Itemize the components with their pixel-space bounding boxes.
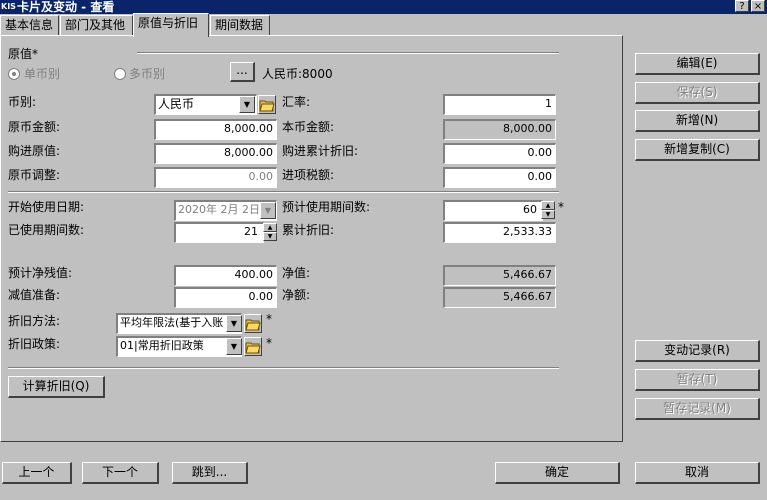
residual-label: 预计净残值:	[8, 266, 73, 280]
single-currency-radio[interactable]	[8, 68, 20, 80]
app-logo-icon: KIS	[1, 2, 16, 11]
save-button: 保存(S)	[635, 82, 760, 104]
tab-period-data[interactable]: 期间数据	[210, 15, 270, 36]
edit-button[interactable]: 编辑(E)	[635, 53, 760, 75]
net-amount-label: 净额:	[282, 288, 311, 302]
tab-value-depreciation[interactable]: 原值与折旧	[133, 13, 209, 37]
single-currency-label: 单币别	[24, 67, 61, 81]
method-dropdown-icon[interactable]: ▼	[226, 315, 242, 332]
help-button[interactable]: ?	[735, 0, 749, 12]
residual-field[interactable]: 400.00	[174, 265, 277, 286]
folder-open-icon[interactable]	[258, 95, 276, 114]
method-label: 折旧方法:	[8, 314, 61, 328]
rate-field[interactable]: 1	[443, 94, 556, 115]
start-date-label: 开始使用日期:	[8, 200, 85, 214]
net-amount-field: 5,466.67	[443, 287, 556, 308]
expected-periods-spinner[interactable]: ▲ ▼	[541, 201, 555, 219]
policy-dropdown-icon[interactable]: ▼	[226, 338, 242, 355]
policy-label: 折旧政策:	[8, 337, 61, 351]
purchase-value-label: 购进原值:	[8, 144, 61, 158]
input-tax-label: 进项税额:	[282, 168, 335, 182]
close-button[interactable]: ×	[751, 0, 765, 12]
method-required-mark: *	[266, 312, 272, 326]
orig-adjust-field: 0.00	[154, 167, 277, 188]
multi-currency-label: 多币别	[129, 67, 166, 81]
impairment-field[interactable]: 0.00	[174, 287, 277, 308]
used-periods-label: 已使用期间数:	[8, 223, 85, 237]
date-dropdown-icon: ▼	[260, 202, 276, 219]
prev-button[interactable]: 上一个	[2, 462, 72, 484]
purchase-value-field[interactable]: 8,000.00	[154, 143, 277, 164]
used-periods-spinner[interactable]: ▲ ▼	[263, 223, 277, 241]
accum-dep-label: 累计折旧:	[282, 223, 335, 237]
ok-button[interactable]: 确定	[495, 462, 620, 484]
accum-dep-field[interactable]: 2,533.33	[443, 222, 556, 243]
window-title: 卡片及变动 - 查看	[17, 0, 115, 14]
original-section-label: 原值*	[8, 47, 39, 61]
jump-button[interactable]: 跳到...	[172, 462, 248, 484]
title-bar: KIS 卡片及变动 - 查看 ? ×	[0, 0, 767, 14]
method-select[interactable]: 平均年限法(基于入账	[116, 313, 242, 334]
net-value-field: 5,466.67	[443, 265, 556, 286]
policy-required-mark: *	[266, 336, 272, 350]
policy-folder-icon[interactable]	[244, 337, 262, 356]
purchase-dep-label: 购进累计折旧:	[282, 144, 359, 158]
currency-detail-button[interactable]: ...	[230, 62, 255, 82]
purchase-dep-field[interactable]: 0.00	[443, 143, 556, 164]
new-copy-button[interactable]: 新增复制(C)	[635, 139, 760, 161]
local-amount-label: 本币金额:	[282, 120, 335, 134]
rmb-summary: 人民币:8000	[262, 67, 333, 81]
next-button[interactable]: 下一个	[82, 462, 159, 484]
impairment-label: 减值准备:	[8, 288, 61, 302]
change-log-button[interactable]: 变动记录(R)	[635, 340, 760, 362]
chevron-down-icon[interactable]: ▼	[239, 96, 255, 113]
method-folder-icon[interactable]	[244, 314, 262, 333]
input-tax-field[interactable]: 0.00	[443, 167, 556, 188]
expected-periods-field[interactable]: 60	[443, 200, 543, 221]
temp-log-button: 暂存记录(M)	[635, 398, 760, 420]
currency-label: 币别:	[8, 95, 37, 109]
cancel-button[interactable]: 取消	[635, 462, 760, 484]
expected-periods-label: 预计使用期间数:	[282, 200, 371, 214]
depreciation-divider	[8, 191, 559, 193]
required-mark: *	[558, 200, 564, 214]
section-divider	[137, 52, 559, 54]
calc-divider	[8, 367, 559, 369]
rate-label: 汇率:	[282, 95, 311, 109]
new-button[interactable]: 新增(N)	[635, 110, 760, 132]
local-amount-field: 8,000.00	[443, 119, 556, 140]
temp-save-button: 暂存(T)	[635, 369, 760, 391]
used-periods-field[interactable]: 21	[174, 222, 264, 243]
multi-currency-radio[interactable]	[114, 68, 126, 80]
net-value-label: 净值:	[282, 266, 311, 280]
orig-amount-field[interactable]: 8,000.00	[154, 119, 277, 140]
policy-select[interactable]: 01|常用折旧政策	[116, 336, 242, 357]
orig-amount-label: 原币金额:	[8, 120, 61, 134]
orig-adjust-label: 原币调整:	[8, 168, 61, 182]
tab-department[interactable]: 部门及其他	[60, 15, 133, 36]
calc-depreciation-button[interactable]: 计算折旧(Q)	[8, 376, 105, 398]
tab-basic-info[interactable]: 基本信息	[0, 15, 59, 36]
